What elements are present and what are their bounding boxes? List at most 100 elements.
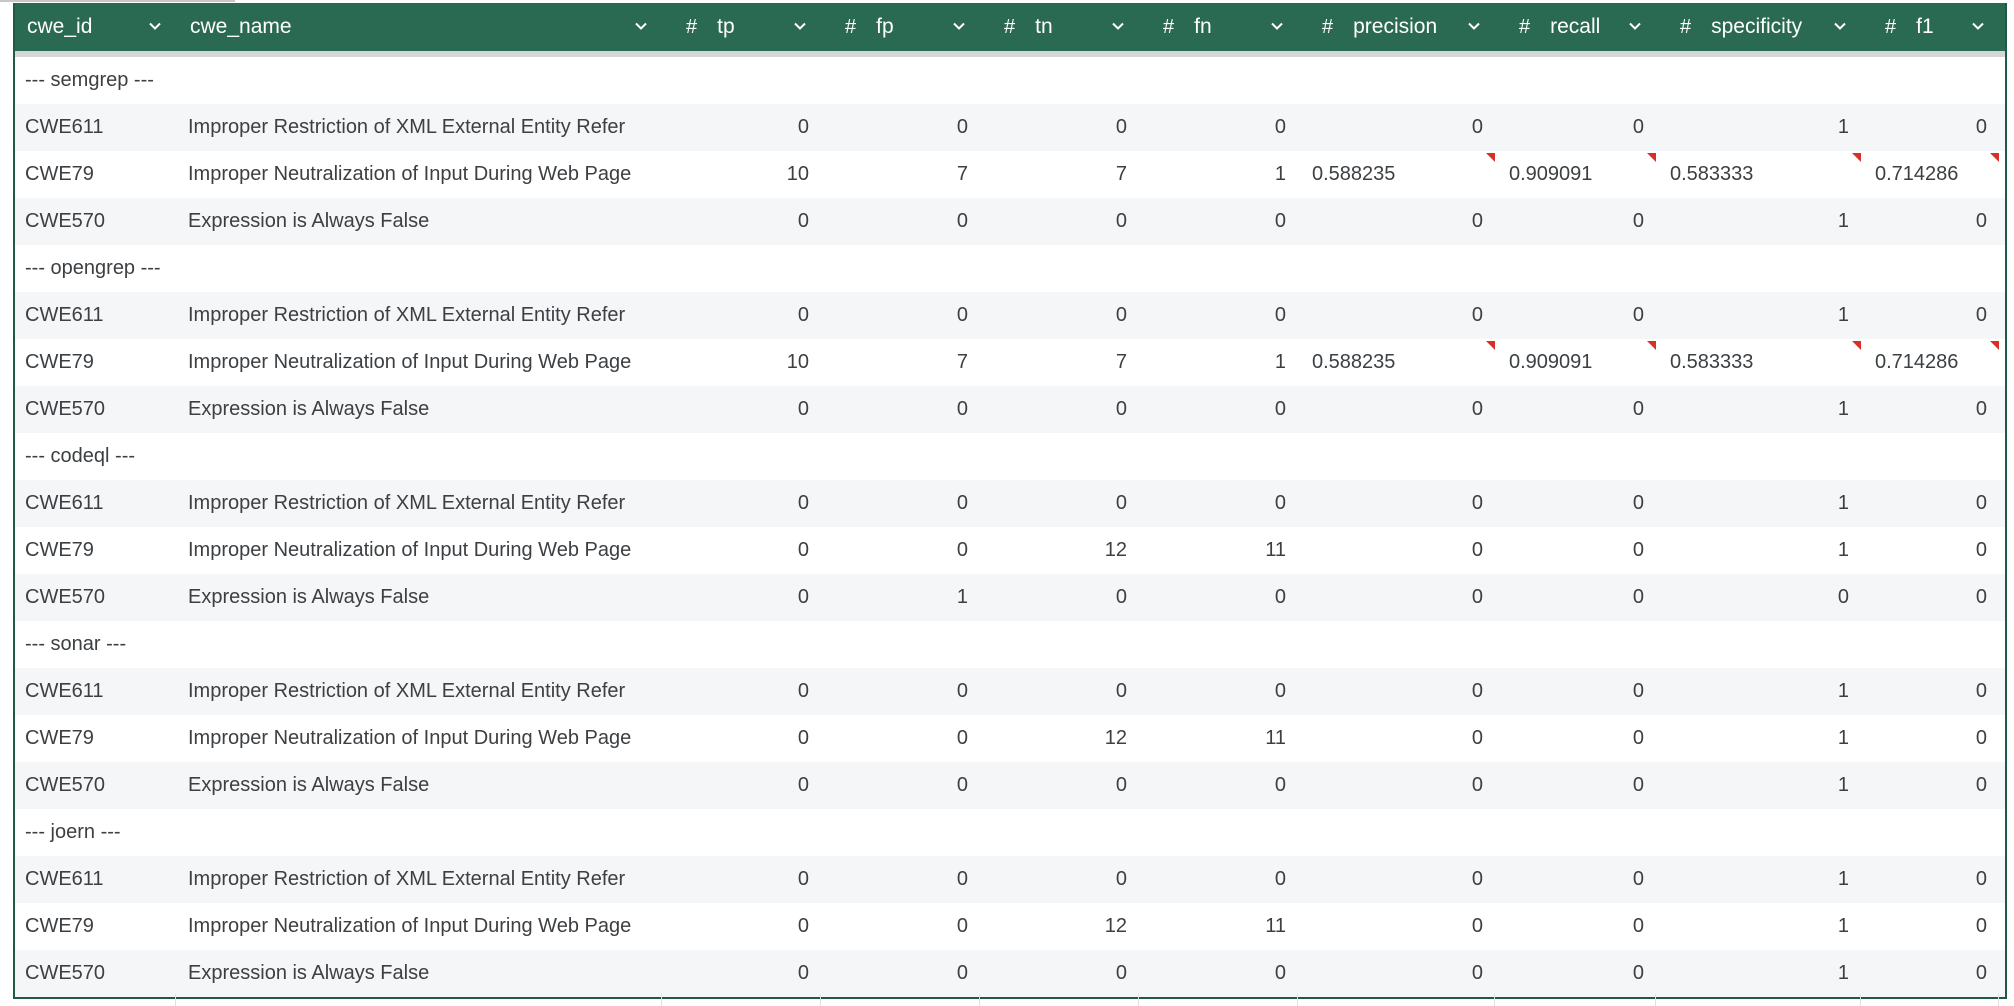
cell-fp[interactable]: 0 [823,527,982,574]
cell-fn[interactable]: 11 [1141,527,1300,574]
cell-tp[interactable]: 0 [664,950,823,997]
cell-precision[interactable]: 0.588235 [1300,151,1497,198]
cell-tp[interactable]: 0 [664,292,823,339]
cell-f1[interactable]: 0 [1863,903,2001,950]
cell-tn[interactable]: 0 [982,386,1141,433]
cell-cwe-name[interactable]: Expression is Always False [178,762,664,809]
cell-tp[interactable]: 0 [664,104,823,151]
cell-tn[interactable]: 0 [982,762,1141,809]
cell-fn[interactable]: 1 [1141,151,1300,198]
cell-recall[interactable]: 0 [1497,668,1658,715]
cell-tp[interactable]: 0 [664,668,823,715]
table-row[interactable]: CWE79 Improper Neutralization of Input Du… [15,339,2005,386]
cell-cwe-name[interactable]: Expression is Always False [178,950,664,997]
cell-tn[interactable]: 12 [982,903,1141,950]
chevron-down-icon[interactable] [1971,19,1985,33]
cell-precision[interactable]: 0 [1300,480,1497,527]
cell-fn[interactable]: 0 [1141,762,1300,809]
cell-fn[interactable]: 0 [1141,950,1300,997]
cell-recall[interactable]: 0 [1497,903,1658,950]
cell-fp[interactable]: 0 [823,292,982,339]
cell-note-flag-icon[interactable] [1852,341,1861,350]
cell-specificity[interactable]: 0.583333 [1658,151,1863,198]
cell-note-flag-icon[interactable] [1486,153,1495,162]
cell-cwe-id[interactable]: CWE570 [15,198,178,245]
cell-cwe-id[interactable]: CWE570 [15,574,178,621]
column-header-tn[interactable]: # tn [982,3,1141,51]
cell-tp[interactable]: 0 [664,715,823,762]
cell-f1[interactable]: 0 [1863,950,2001,997]
cell-cwe-id[interactable]: CWE79 [15,903,178,950]
cell-tn[interactable]: 0 [982,574,1141,621]
cell-f1[interactable]: 0 [1863,668,2001,715]
table-row[interactable]: CWE611 Improper Restriction of XML Extern… [15,480,2005,527]
cell-precision[interactable]: 0 [1300,903,1497,950]
cell-fn[interactable]: 0 [1141,668,1300,715]
cell-precision[interactable]: 0 [1300,856,1497,903]
cell-note-flag-icon[interactable] [1990,341,1999,350]
chevron-down-icon[interactable] [793,19,807,33]
cell-recall[interactable]: 0 [1497,762,1658,809]
cell-fp[interactable]: 0 [823,762,982,809]
cell-cwe-name[interactable]: Improper Neutralization of Input During … [178,151,664,198]
cell-tp[interactable]: 0 [664,198,823,245]
cell-fp[interactable]: 0 [823,668,982,715]
cell-cwe-name[interactable]: Expression is Always False [178,198,664,245]
cell-cwe-name[interactable]: Improper Neutralization of Input During … [178,339,664,386]
column-header-specificity[interactable]: # specificity [1658,3,1863,51]
cell-recall[interactable]: 0 [1497,950,1658,997]
cell-f1[interactable]: 0.714286 [1863,151,2001,198]
cell-fn[interactable]: 0 [1141,386,1300,433]
cell-fp[interactable]: 0 [823,480,982,527]
cell-cwe-id[interactable]: CWE79 [15,339,178,386]
cell-fp[interactable]: 0 [823,950,982,997]
cell-specificity[interactable]: 1 [1658,480,1863,527]
cell-precision[interactable]: 0 [1300,574,1497,621]
cell-tn[interactable]: 0 [982,950,1141,997]
cell-precision[interactable]: 0 [1300,198,1497,245]
cell-precision[interactable]: 0.588235 [1300,339,1497,386]
cell-cwe-name[interactable]: Improper Neutralization of Input During … [178,527,664,574]
cell-fn[interactable]: 11 [1141,715,1300,762]
column-header-cwe-name[interactable]: cwe_name [178,3,664,51]
cell-specificity[interactable]: 1 [1658,903,1863,950]
cell-tp[interactable]: 0 [664,574,823,621]
cell-fp[interactable]: 0 [823,198,982,245]
cell-recall[interactable]: 0 [1497,480,1658,527]
cell-fn[interactable]: 0 [1141,574,1300,621]
table-row[interactable]: CWE611 Improper Restriction of XML Extern… [15,104,2005,151]
cell-tn[interactable]: 12 [982,527,1141,574]
cell-cwe-name[interactable]: Improper Neutralization of Input During … [178,715,664,762]
cell-recall[interactable]: 0 [1497,574,1658,621]
cell-tn[interactable]: 7 [982,339,1141,386]
chevron-down-icon[interactable] [1833,19,1847,33]
cell-f1[interactable]: 0 [1863,386,2001,433]
cell-fp[interactable]: 0 [823,856,982,903]
cell-specificity[interactable]: 0 [1658,574,1863,621]
cell-fp[interactable]: 7 [823,151,982,198]
table-row[interactable]: CWE570 Expression is Always False 0 0 0 0 0 0 1 0 [15,950,2005,997]
cell-fp[interactable]: 1 [823,574,982,621]
cell-recall[interactable]: 0 [1497,386,1658,433]
cell-specificity[interactable]: 1 [1658,668,1863,715]
cell-fp[interactable]: 0 [823,104,982,151]
chevron-down-icon[interactable] [1467,19,1481,33]
cell-note-flag-icon[interactable] [1990,153,1999,162]
cell-cwe-id[interactable]: CWE570 [15,386,178,433]
cell-recall[interactable]: 0 [1497,292,1658,339]
chevron-down-icon[interactable] [952,19,966,33]
cell-tp[interactable]: 0 [664,386,823,433]
cell-fp[interactable]: 0 [823,386,982,433]
table-row[interactable]: CWE611 Improper Restriction of XML Extern… [15,856,2005,903]
cell-fn[interactable]: 0 [1141,198,1300,245]
table-row[interactable]: CWE79 Improper Neutralization of Input Du… [15,151,2005,198]
cell-recall[interactable]: 0 [1497,527,1658,574]
table-row[interactable]: CWE611 Improper Restriction of XML Extern… [15,292,2005,339]
column-header-cwe-id[interactable]: cwe_id [15,3,178,51]
cell-f1[interactable]: 0 [1863,198,2001,245]
cell-f1[interactable]: 0 [1863,527,2001,574]
cell-cwe-name[interactable]: Improper Restriction of XML External Ent… [178,480,664,527]
cell-recall[interactable]: 0.909091 [1497,339,1658,386]
chevron-down-icon[interactable] [148,19,162,33]
cell-note-flag-icon[interactable] [1647,153,1656,162]
